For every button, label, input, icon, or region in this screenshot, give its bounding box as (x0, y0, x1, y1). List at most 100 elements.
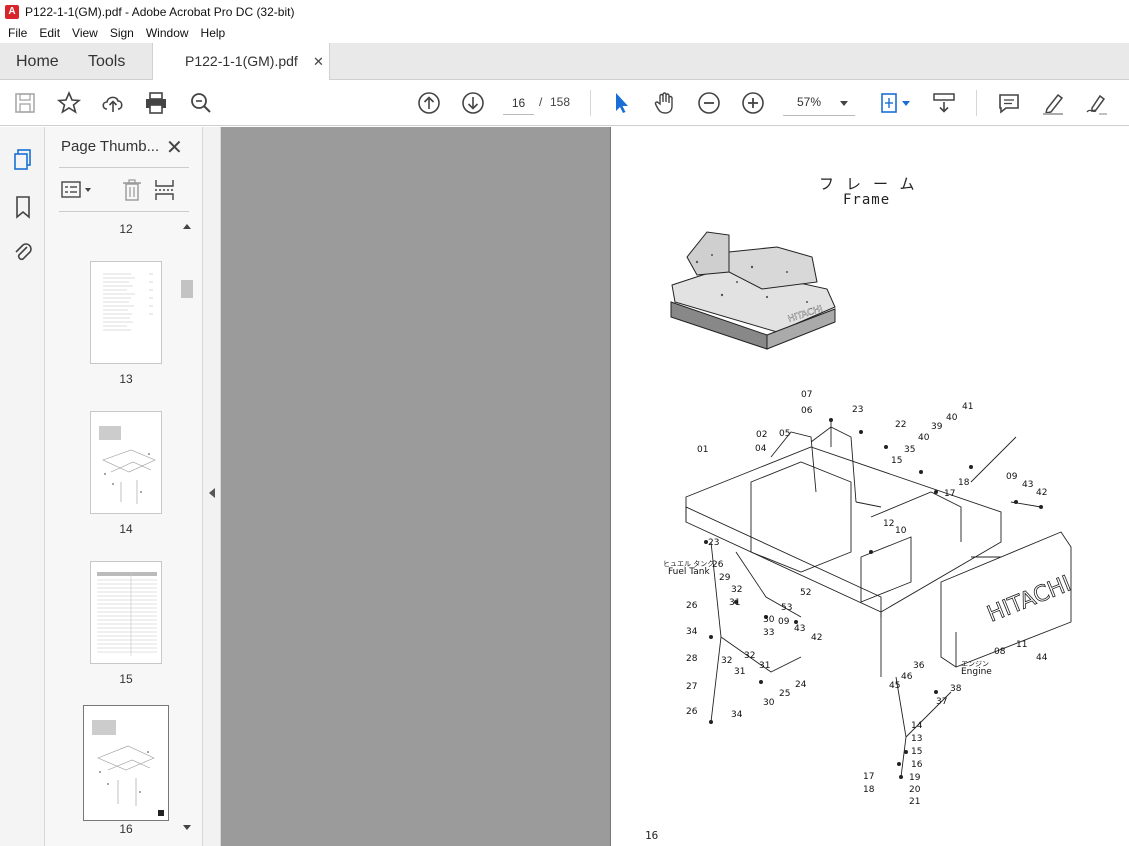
callout-44: 44 (1036, 653, 1048, 663)
window-title: P122-1-1(GM).pdf - Adobe Acrobat Pro DC … (25, 4, 295, 19)
menu-sign[interactable]: Sign (104, 26, 140, 40)
callout-05: 05 (779, 429, 791, 439)
engine-label: Engine (961, 667, 992, 677)
callout-41: 41 (962, 402, 974, 412)
previous-page-icon[interactable] (416, 90, 442, 116)
tab-row: Home Tools P122-1-1(GM).pdf ✕ (0, 43, 1129, 80)
callout-08: 08 (994, 647, 1006, 657)
callout-17: 17 (944, 489, 956, 499)
bookmarks-icon[interactable] (13, 195, 33, 219)
page-thumbnails-icon[interactable] (12, 148, 34, 172)
menu-view[interactable]: View (66, 26, 104, 40)
page-total: 158 (550, 95, 571, 109)
callout-20: 20 (909, 785, 921, 795)
zoom-value: 57% (796, 95, 822, 109)
zoom-in-icon[interactable] (740, 90, 766, 116)
toolbar-divider (590, 90, 591, 116)
callout-18b: 18 (863, 785, 875, 795)
callout-39: 39 (931, 422, 943, 432)
callout-45: 45 (889, 681, 901, 691)
callout-18: 18 (958, 478, 970, 488)
hand-tool-icon[interactable] (652, 90, 678, 116)
callout-21: 21 (909, 797, 921, 807)
callout-16: 16 (911, 760, 923, 770)
thumbnail-label-16: 16 (119, 822, 133, 836)
callout-31: 31 (729, 598, 741, 608)
zoom-chevron-down-icon[interactable] (840, 101, 848, 106)
callout-23: 23 (852, 405, 864, 415)
callout-29: 29 (719, 573, 731, 583)
select-cursor-icon[interactable] (608, 90, 634, 116)
fit-page-icon[interactable] (876, 90, 902, 116)
document-viewport[interactable]: フレーム Frame HITACHI HITACHI 07 06 23 22 4… (221, 127, 1129, 846)
scroll-down-icon[interactable] (183, 825, 191, 830)
page-heading-japanese: フレーム (819, 175, 927, 193)
fit-chevron-down-icon[interactable] (902, 101, 910, 106)
next-page-icon[interactable] (460, 90, 486, 116)
menu-file[interactable]: File (0, 26, 33, 40)
save-icon[interactable] (12, 90, 38, 116)
callout-14: 14 (911, 721, 923, 731)
highlight-pen-icon[interactable] (1040, 90, 1066, 116)
panel-title: Page Thumb... (61, 138, 160, 155)
scrollbar-thumb[interactable] (181, 280, 193, 298)
pdf-page: フレーム Frame HITACHI HITACHI 07 06 23 22 4… (610, 127, 1129, 846)
tab-home[interactable]: Home (16, 43, 59, 80)
callout-15b: 15 (911, 747, 923, 757)
thumbnail-label-12: 12 (119, 222, 133, 236)
sign-pen-icon[interactable] (1084, 90, 1110, 116)
callout-02: 02 (756, 430, 768, 440)
zoom-search-icon[interactable] (188, 90, 214, 116)
callout-34: 34 (686, 627, 698, 637)
callout-06: 06 (801, 406, 813, 416)
page-footer-number: 16 (645, 829, 659, 842)
panel-splitter[interactable] (202, 127, 221, 846)
bookmark-star-icon[interactable] (56, 90, 82, 116)
callout-01: 01 (697, 445, 709, 455)
menu-edit[interactable]: Edit (33, 26, 66, 40)
scroll-up-icon[interactable] (183, 224, 191, 229)
counterweight-brand-label: HITACHI (984, 571, 1075, 627)
callout-40: 40 (946, 413, 958, 423)
page-separator: / (539, 95, 543, 109)
panel-divider (59, 211, 189, 212)
tab-tools[interactable]: Tools (88, 43, 125, 80)
callout-34b: 34 (731, 710, 743, 720)
callout-28: 28 (686, 654, 698, 664)
menu-window[interactable]: Window (140, 26, 195, 40)
close-tab-icon[interactable]: ✕ (313, 43, 324, 80)
thumbnail-options-icon[interactable] (61, 179, 95, 201)
callout-15: 15 (891, 456, 903, 466)
tab-document[interactable]: P122-1-1(GM).pdf ✕ (152, 43, 330, 80)
upload-cloud-icon[interactable] (100, 90, 126, 116)
callout-23b: 23 (708, 538, 720, 548)
acrobat-app-icon: A (5, 4, 19, 19)
callout-53: 53 (781, 603, 793, 613)
thumbnail-page-15[interactable] (90, 561, 162, 664)
thumbnail-page-14[interactable] (90, 411, 162, 514)
thumbnail-page-16-selected[interactable] (83, 705, 169, 821)
zoom-out-icon[interactable] (696, 90, 722, 116)
callout-52: 52 (800, 588, 812, 598)
callout-35: 35 (904, 445, 916, 455)
extract-pages-icon[interactable] (153, 178, 177, 202)
menu-help[interactable]: Help (195, 26, 232, 40)
close-panel-icon[interactable]: ✕ (166, 135, 183, 160)
scrolling-mode-icon[interactable] (931, 90, 957, 116)
callout-30b: 30 (763, 698, 775, 708)
callout-32: 32 (731, 585, 743, 595)
thumbnail-scrollbar[interactable] (180, 222, 194, 834)
callout-46: 46 (901, 672, 913, 682)
callout-32c: 32 (744, 651, 756, 661)
collapse-panel-icon[interactable] (209, 488, 215, 498)
callout-30: 30 (763, 615, 775, 625)
page-number-input[interactable] (503, 91, 534, 115)
delete-trash-icon[interactable] (121, 178, 143, 202)
print-icon[interactable] (143, 90, 169, 116)
comment-icon[interactable] (996, 90, 1022, 116)
callout-25: 25 (779, 689, 791, 699)
thumbnail-page-13[interactable] (90, 261, 162, 364)
attachments-paperclip-icon[interactable] (12, 240, 34, 264)
callout-04: 04 (755, 444, 767, 454)
callout-12: 12 (883, 519, 895, 529)
